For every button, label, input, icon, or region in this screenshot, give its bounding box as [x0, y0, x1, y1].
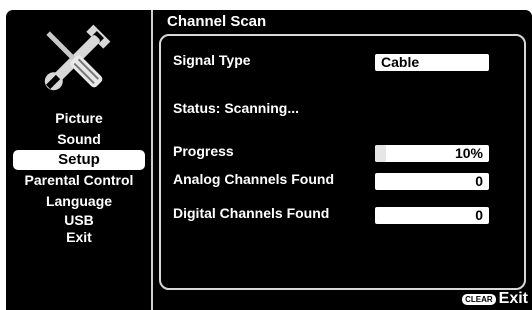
menu-item-sound[interactable]: Sound [6, 129, 152, 150]
tv-menu-screen: Picture Sound Setup Parental Control Lan… [6, 10, 532, 310]
channel-scan-panel: Signal Type Cable Status: Scanning... Pr… [159, 34, 526, 290]
clear-button-badge: CLEAR [462, 293, 496, 305]
digital-channels-value: 0 [375, 207, 489, 224]
exit-button[interactable]: Exit [499, 290, 528, 308]
menu-item-picture[interactable]: Picture [6, 108, 152, 129]
footer: CLEAR Exit [462, 290, 528, 308]
analog-channels-value: 0 [375, 173, 489, 190]
sidebar-divider [151, 10, 153, 310]
settings-menu: Picture Sound Setup Parental Control Lan… [6, 108, 152, 246]
progress-bar: 10% [375, 145, 489, 162]
sidebar: Picture Sound Setup Parental Control Lan… [6, 10, 152, 310]
menu-item-usb[interactable]: USB [6, 212, 152, 229]
menu-item-language[interactable]: Language [6, 191, 152, 212]
status-text: Status: Scanning... [173, 100, 300, 116]
menu-item-setup[interactable]: Setup [13, 150, 145, 170]
wrench-screwdriver-icon [44, 24, 111, 91]
signal-type-label: Signal Type [173, 52, 251, 68]
menu-item-exit[interactable]: Exit [6, 229, 152, 246]
menu-item-parental-control[interactable]: Parental Control [6, 170, 152, 191]
progress-value: 10% [454, 145, 483, 161]
analog-channels-label: Analog Channels Found [173, 171, 334, 187]
panel-header: Channel Scan [153, 10, 532, 32]
panel-title: Channel Scan [167, 13, 267, 30]
digital-channels-label: Digital Channels Found [173, 205, 330, 221]
progress-fill [375, 145, 387, 162]
signal-type-field[interactable]: Cable [375, 54, 489, 71]
progress-label: Progress [173, 143, 234, 159]
